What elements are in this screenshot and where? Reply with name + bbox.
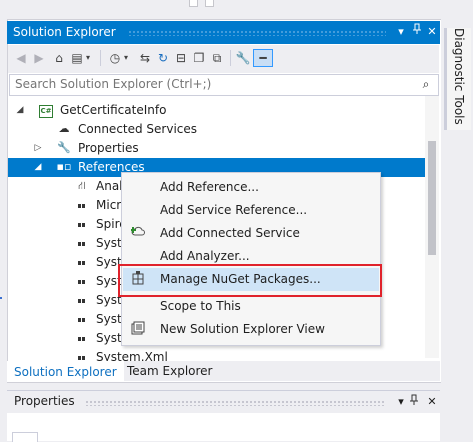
scrollbar-thumb[interactable]	[428, 141, 436, 255]
refresh-icon[interactable]: ↻	[154, 49, 172, 67]
pin-icon[interactable]	[409, 394, 425, 410]
pin-icon[interactable]	[409, 23, 425, 41]
menu-item-label: Add Service Reference...	[160, 203, 308, 217]
menu-item-new-solution-explorer-view[interactable]: New Solution Explorer View	[123, 318, 379, 341]
preview-icon[interactable]: ⧉	[208, 49, 226, 67]
tab-marker	[205, 0, 214, 7]
reference-icon	[74, 235, 90, 251]
tree-item-label: Connected Services	[78, 122, 198, 136]
menu-item-label: New Solution Explorer View	[160, 322, 325, 336]
panel-tabs: Solution Explorer Team Explorer	[7, 361, 440, 382]
toolbar-separator	[230, 50, 231, 66]
menu-item-label: Add Connected Service	[160, 226, 300, 240]
menu-item-add-service-reference[interactable]: Add Service Reference...	[123, 199, 379, 222]
properties-title: Properties	[14, 394, 75, 408]
header-grip[interactable]	[85, 400, 385, 406]
tab-team-explorer[interactable]: Team Explorer	[120, 361, 220, 381]
wrench-icon: 🔧	[57, 141, 71, 154]
left-marker	[0, 297, 2, 299]
chevron-down-icon[interactable]: ▾	[83, 49, 93, 67]
properties-header: Properties ▾ ✕	[7, 390, 440, 413]
add-connected-service-icon	[130, 225, 146, 241]
diagnostic-tools-label: Diagnostic Tools	[452, 28, 466, 125]
window-position-dropdown-icon[interactable]: ▾	[393, 393, 409, 411]
menu-item-add-connected-service[interactable]: Add Connected Service	[123, 222, 379, 245]
menu-item-label: Add Reference...	[160, 180, 259, 194]
reference-icon	[74, 273, 90, 289]
solution-explorer-header: Solution Explorer ▾ ✕	[7, 21, 440, 44]
tab-solution-explorer[interactable]: Solution Explorer	[7, 361, 124, 382]
reference-icon	[74, 197, 90, 213]
menu-item-scope-to-this[interactable]: Scope to This	[123, 295, 379, 318]
references-icon: ▪▫	[56, 160, 72, 173]
close-icon[interactable]: ✕	[424, 393, 440, 411]
close-icon[interactable]: ✕	[424, 23, 440, 41]
diagnostic-tools-tab[interactable]: Diagnostic Tools	[444, 28, 471, 130]
reference-icon	[74, 216, 90, 232]
window-position-dropdown-icon[interactable]: ▾	[393, 23, 409, 41]
toolbar-separator	[100, 50, 101, 66]
tree-item-label: GetCertificateInfo	[60, 103, 167, 117]
tab-marker	[189, 0, 198, 7]
tree-item-label: Micr	[96, 198, 122, 212]
tree-item-project[interactable]: ◢ C# GetCertificateInfo	[8, 101, 428, 120]
new-view-icon	[130, 321, 146, 337]
search-box[interactable]: ⌕	[9, 74, 439, 96]
back-icon[interactable]: ◀	[12, 49, 30, 67]
top-tab-strip	[0, 0, 440, 18]
csharp-project-icon: C#	[38, 102, 54, 118]
menu-item-add-reference[interactable]: Add Reference...	[123, 176, 379, 199]
menu-item-label: Scope to This	[160, 299, 241, 313]
solution-explorer-toolbar: ◀ ▶ ⌂ ▤ ▾ ◷ ▾ ⇆ ↻ ⊟ ❐ ⧉ 🔧 ━	[8, 45, 439, 73]
tree-item-properties[interactable]: ▷ 🔧 Properties	[8, 139, 428, 158]
reference-icon	[74, 254, 90, 270]
collapse-all-icon[interactable]: ⊟	[172, 49, 190, 67]
show-all-files-icon[interactable]: ❐	[190, 49, 208, 67]
annotation-highlight-box	[118, 264, 382, 297]
preview-selected-items-icon[interactable]: ━	[253, 49, 273, 67]
reference-icon	[74, 349, 90, 361]
expand-arrow-icon[interactable]: ▷	[32, 139, 44, 158]
reference-icon	[74, 292, 90, 308]
expand-arrow-icon[interactable]: ◢	[32, 158, 44, 177]
left-margin	[0, 44, 7, 384]
analyzer-icon: ⛙	[78, 179, 86, 192]
tree-item-reference[interactable]: System.Xml	[8, 348, 428, 361]
search-icon[interactable]: ⌕	[418, 76, 434, 92]
forward-icon[interactable]: ▶	[30, 49, 48, 67]
search-input[interactable]	[10, 75, 410, 93]
context-menu: Add Reference... Add Service Reference..…	[121, 172, 381, 346]
tree-item-label: Properties	[78, 141, 139, 155]
tree-item-connected-services[interactable]: ☁ Connected Services	[8, 120, 428, 139]
properties-body	[7, 413, 440, 441]
reference-icon	[74, 311, 90, 327]
properties-wrench-icon[interactable]: 🔧	[234, 49, 252, 67]
sync-with-document-icon[interactable]: ⇆	[136, 49, 154, 67]
expand-arrow-icon[interactable]: ◢	[14, 101, 26, 120]
solution-explorer-title: Solution Explorer	[13, 25, 116, 39]
reference-icon	[74, 330, 90, 346]
chevron-down-icon[interactable]: ▾	[121, 49, 131, 67]
tree-item-label: System.Xml	[96, 350, 168, 361]
cloud-icon: ☁	[58, 122, 70, 135]
home-icon[interactable]: ⌂	[50, 49, 68, 67]
header-grip[interactable]	[128, 30, 386, 36]
